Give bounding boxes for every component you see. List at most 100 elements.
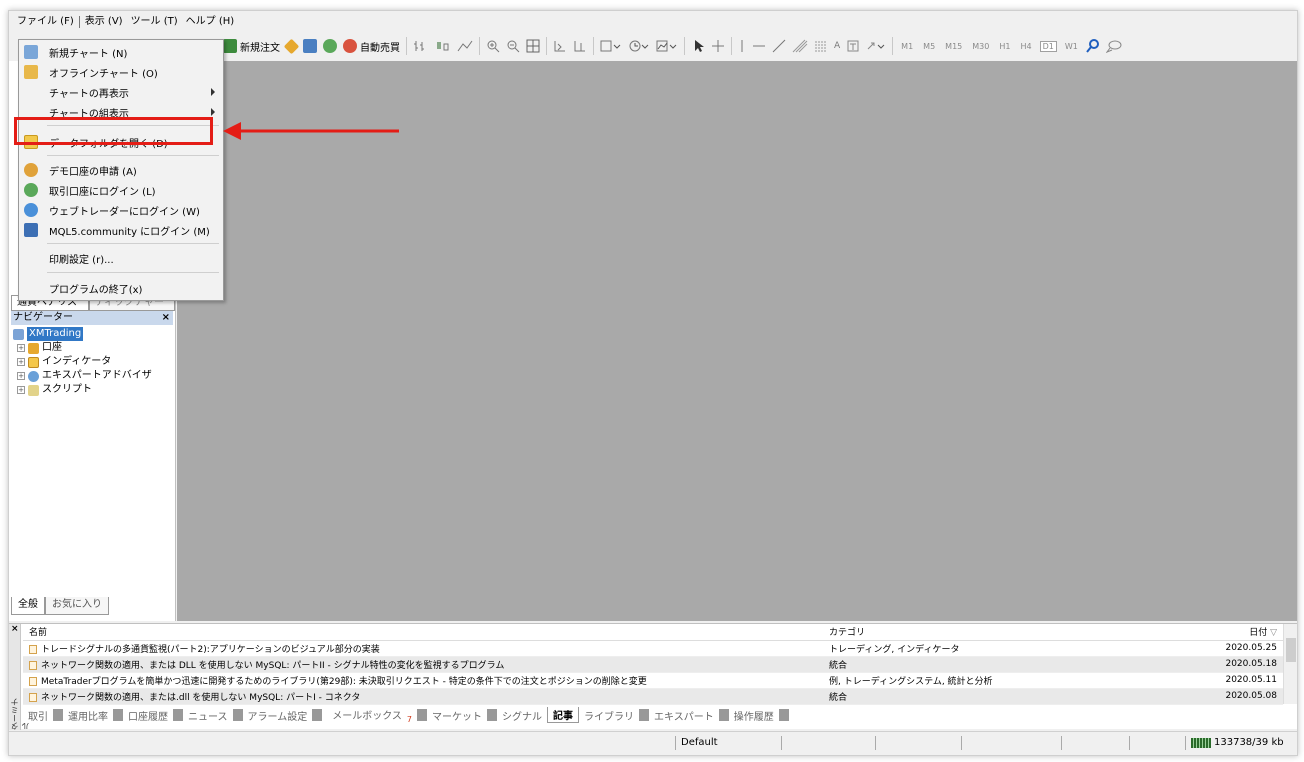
menu-item-print-setup[interactable]: 印刷設定 (r)...	[19, 248, 223, 268]
tab-trade[interactable]: 取引	[23, 708, 53, 723]
zoom-out-button[interactable]	[506, 39, 520, 53]
indicators-button[interactable]	[600, 39, 622, 53]
menu-item-login-mql5[interactable]: MQL5.community にログイン (M)	[19, 220, 223, 240]
timeframe-w1[interactable]: W1	[1063, 42, 1080, 51]
indicators-icon	[600, 40, 621, 52]
timeframe-m30[interactable]: M30	[970, 42, 991, 51]
tab-history[interactable]: 口座履歴	[123, 708, 173, 723]
tab-code-base[interactable]: ライブラリ	[579, 708, 639, 723]
auto-trading-button[interactable]: 自動売買	[343, 39, 400, 54]
toolbar: 新規注文 自動売買 A M1 M5 M15 M30 H1 H4 D1 W1	[217, 33, 1299, 59]
column-date[interactable]: 日付 ▽	[1203, 624, 1283, 641]
expand-icon[interactable]: +	[17, 344, 25, 352]
expand-icon[interactable]: +	[17, 386, 25, 394]
table-row[interactable]: ネットワーク関数の適用、または.dll を使用しない MySQL: パートI -…	[23, 688, 1283, 705]
menu-help[interactable]: ヘルプ (H)	[182, 12, 239, 32]
chart-shift-button[interactable]	[573, 39, 587, 53]
text-label-button[interactable]	[846, 39, 860, 53]
offline-chart-icon	[24, 65, 38, 79]
tab-mailbox[interactable]: メールボックス 7	[322, 707, 417, 724]
tab-experts[interactable]: エキスパート	[649, 708, 719, 723]
tree-item-indicators[interactable]: + インディケータ	[13, 355, 152, 369]
toolbar-separator	[546, 37, 547, 55]
tab-journal[interactable]: 操作履歴	[729, 708, 779, 723]
connection-status[interactable]: 133738/39 kb	[1191, 737, 1284, 748]
tab-exposure[interactable]: 運用比率	[63, 708, 113, 723]
table-row[interactable]: ネットワーク関数の適用、または DLL を使用しない MySQL: パートII …	[23, 656, 1283, 673]
timeframe-m15[interactable]: M15	[943, 42, 964, 51]
signal-button[interactable]	[323, 39, 337, 53]
scrollbar-thumb[interactable]	[1286, 638, 1296, 662]
mailbox-badge: 7	[406, 714, 412, 724]
menu-tools[interactable]: ツール (T)	[127, 12, 182, 32]
table-row[interactable]: トレードシグナルの多通貨監視(パート2):アプリケーションのビジュアル部分の実装…	[23, 640, 1283, 657]
terminal-close-button[interactable]: ×	[9, 624, 20, 634]
menu-item-label: オフラインチャート (O)	[49, 68, 158, 80]
tab-articles[interactable]: 記事	[547, 707, 579, 723]
channel-button[interactable]	[792, 39, 808, 53]
horizontal-line-button[interactable]	[752, 39, 766, 53]
accounts-button[interactable]	[303, 39, 317, 53]
menu-item-label: デモ口座の申請 (A)	[49, 166, 137, 178]
tab-market[interactable]: マーケット	[427, 708, 487, 723]
tab-separator	[417, 709, 427, 721]
menu-item-login-trade[interactable]: 取引口座にログイン (L)	[19, 180, 223, 200]
table-row[interactable]: MetaTraderプログラムを簡単かつ迅速に開発するためのライブラリ(第29部…	[23, 672, 1283, 689]
timeframe-d1[interactable]: D1	[1039, 40, 1057, 52]
tab-favorites[interactable]: お気に入り	[45, 597, 109, 615]
fibonacci-icon	[815, 41, 827, 52]
tab-signals[interactable]: シグナル	[497, 708, 547, 723]
zoom-in-button[interactable]	[486, 39, 500, 53]
status-bar: Default 133738/39 kb	[9, 731, 1297, 755]
demo-account-icon	[24, 163, 38, 177]
menu-item-offline-chart[interactable]: オフラインチャート (O)	[19, 62, 223, 82]
menu-view[interactable]: 表示 (V)	[81, 12, 127, 32]
expand-icon[interactable]: +	[17, 358, 25, 366]
timeframe-h1[interactable]: H1	[997, 42, 1012, 51]
timeframe-m1[interactable]: M1	[899, 42, 915, 51]
menu-item-login-webtrader[interactable]: ウェブトレーダーにログイン (W)	[19, 200, 223, 220]
line-chart-button[interactable]	[457, 39, 473, 53]
menu-item-chart-redisplay[interactable]: チャートの再表示	[19, 82, 223, 102]
chart-area[interactable]	[177, 61, 1297, 621]
search-button[interactable]	[1086, 39, 1100, 53]
tree-item-scripts[interactable]: + スクリプト	[13, 383, 152, 397]
trendline-button[interactable]	[772, 39, 786, 53]
fibonacci-button[interactable]	[814, 39, 828, 53]
timeframe-m5[interactable]: M5	[921, 42, 937, 51]
chat-button[interactable]	[1105, 39, 1122, 53]
vertical-line-button[interactable]	[738, 39, 746, 53]
bar-chart-button[interactable]	[413, 39, 429, 53]
column-name[interactable]: 名前	[23, 624, 823, 641]
tree-root[interactable]: XMTrading	[13, 327, 152, 341]
highlight-annotation-box	[14, 117, 213, 145]
arrows-button[interactable]	[866, 39, 886, 53]
tab-general[interactable]: 全般	[11, 597, 45, 615]
navigator-tree: XMTrading + 口座 + インディケータ + エキスパートアドバイザ +…	[13, 327, 152, 397]
crosshair-button[interactable]	[711, 39, 725, 53]
cursor-button[interactable]	[691, 39, 705, 53]
tab-alerts[interactable]: アラーム設定	[243, 708, 313, 723]
tile-windows-button[interactable]	[526, 39, 540, 53]
timeframe-h4[interactable]: H4	[1018, 42, 1033, 51]
tree-item-accounts[interactable]: + 口座	[13, 341, 152, 355]
periods-button[interactable]	[628, 39, 650, 53]
new-order-button[interactable]: 新規注文	[223, 39, 280, 54]
tree-item-experts[interactable]: + エキスパートアドバイザ	[13, 369, 152, 383]
navigator-close-button[interactable]: ×	[162, 311, 173, 325]
templates-button[interactable]	[656, 39, 678, 53]
crosshair-icon	[712, 40, 724, 52]
autoscroll-button[interactable]	[553, 39, 567, 53]
menu-file[interactable]: ファイル (F)	[13, 12, 78, 32]
candle-chart-button[interactable]	[435, 39, 451, 53]
menu-item-new-chart[interactable]: 新規チャート (N)	[19, 42, 223, 62]
terminal-scrollbar[interactable]	[1283, 624, 1297, 704]
menu-item-exit[interactable]: プログラムの終了(x)	[19, 278, 223, 298]
text-tool-button[interactable]: A	[834, 41, 840, 51]
menu-item-demo-account[interactable]: デモ口座の申請 (A)	[19, 160, 223, 180]
metaeditor-button[interactable]	[283, 38, 300, 54]
column-category[interactable]: カテゴリ	[823, 624, 1203, 641]
tab-news[interactable]: ニュース	[183, 708, 233, 723]
expand-icon[interactable]: +	[17, 372, 25, 380]
submenu-arrow-icon	[211, 88, 215, 96]
